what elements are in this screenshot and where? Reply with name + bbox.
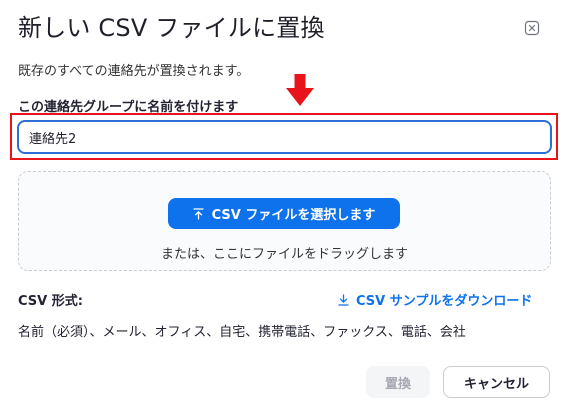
cancel-button[interactable]: キャンセル <box>443 366 550 398</box>
drop-hint: または、ここにファイルをドラッグします <box>160 247 408 262</box>
select-csv-button-label: CSV ファイルを選択します <box>211 208 376 223</box>
download-sample-link[interactable]: CSV サンプルをダウンロード <box>338 290 532 309</box>
arrow-down-icon <box>286 74 314 106</box>
replace-button[interactable]: 置換 <box>366 366 430 398</box>
csv-format-label: CSV 形式: <box>18 294 83 309</box>
close-icon[interactable] <box>524 20 540 36</box>
dialog-title: 新しい CSV ファイルに置換 <box>18 14 325 42</box>
download-icon <box>338 293 349 306</box>
download-sample-label: CSV サンプルをダウンロード <box>356 294 533 309</box>
dialog-description: 既存のすべての連絡先が置換されます。 <box>18 64 250 79</box>
csv-format-fields: 名前（必須）、メール、オフィス、自宅、携帯電話、ファックス、電話、会社 <box>18 325 466 340</box>
group-name-input[interactable] <box>17 120 552 154</box>
select-csv-button[interactable]: CSV ファイルを選択します <box>168 198 400 229</box>
upload-icon <box>192 207 204 220</box>
